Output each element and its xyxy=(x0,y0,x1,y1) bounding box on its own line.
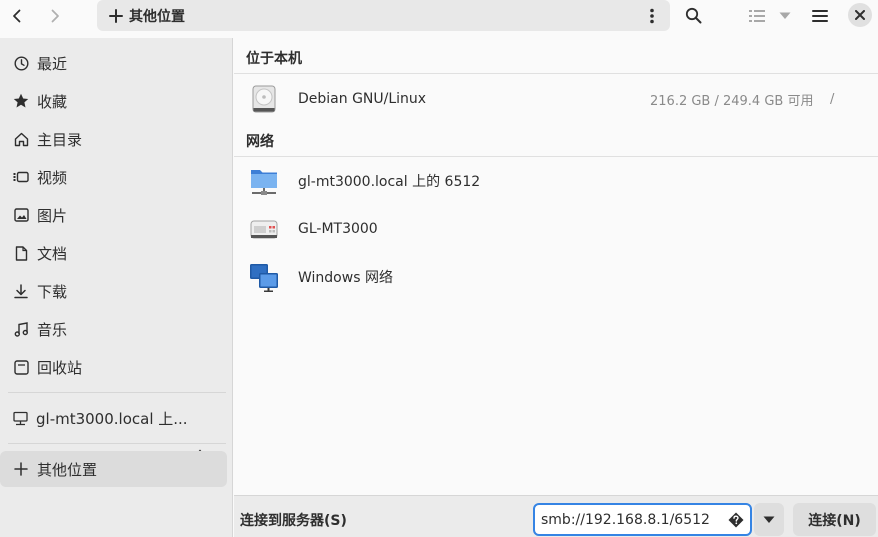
main-menu-button[interactable] xyxy=(804,0,836,31)
sidebar-separator xyxy=(8,392,226,393)
sidebar-item-pictures[interactable]: 图片 xyxy=(0,197,227,233)
sidebar-item-label: 回收站 xyxy=(37,358,83,377)
location-name: Windows 网络 xyxy=(298,270,393,286)
sidebar-item-label: 最近 xyxy=(37,54,68,73)
divider xyxy=(234,73,878,74)
divider xyxy=(234,156,878,157)
chevron-down-icon xyxy=(779,12,791,19)
sidebar-item-label: 音乐 xyxy=(37,320,68,339)
sidebar-item-label: 其他位置 xyxy=(37,460,98,479)
location-row-windows-network[interactable]: Windows 网络 xyxy=(234,254,878,300)
network-server-icon xyxy=(250,220,278,239)
search-icon xyxy=(685,7,701,24)
sidebar-item-network-mount[interactable]: gl-mt3000.local 上... xyxy=(0,400,188,436)
sidebar-item-label: gl-mt3000.local 上... xyxy=(36,409,188,428)
sidebar-item-videos[interactable]: 视频 xyxy=(0,159,227,195)
video-icon xyxy=(13,169,29,185)
network-workgroup-icon xyxy=(250,264,278,292)
sidebar-item-starred[interactable]: 收藏 xyxy=(0,83,227,119)
server-history-dropdown[interactable] xyxy=(754,503,784,536)
download-icon xyxy=(13,283,29,299)
home-icon xyxy=(13,131,29,147)
chevron-right-icon xyxy=(51,9,59,22)
section-header-network: 网络 xyxy=(246,134,274,150)
sidebar-item-label: 视频 xyxy=(37,168,68,187)
location-row-debian[interactable]: Debian GNU/Linux 216.2 GB / 249.4 GB 可用 … xyxy=(234,76,878,122)
disk-usage-text: 216.2 GB / 249.4 GB 可用 xyxy=(650,93,814,109)
forward-button[interactable] xyxy=(40,0,70,31)
kebab-menu-icon xyxy=(650,8,654,23)
sidebar-item-label: 收藏 xyxy=(37,92,68,111)
star-icon xyxy=(13,93,29,109)
sidebar-separator xyxy=(8,443,226,444)
close-icon xyxy=(855,10,865,20)
plus-icon xyxy=(13,461,29,477)
clock-icon xyxy=(13,55,29,71)
header-bar: 其他位置 xyxy=(0,0,878,31)
network-share-icon xyxy=(13,410,28,426)
sidebar-item-label: 图片 xyxy=(37,206,68,225)
sidebar-item-downloads[interactable]: 下载 xyxy=(0,273,227,309)
location-bar[interactable]: 其他位置 xyxy=(97,0,670,31)
connect-to-server-label: 连接到服务器(S) xyxy=(240,513,347,529)
sidebar-item-documents[interactable]: 文档 xyxy=(0,235,227,271)
location-menu-button[interactable] xyxy=(640,0,664,31)
sidebar-item-label: 文档 xyxy=(37,244,68,263)
folder-remote-icon xyxy=(251,170,277,195)
hamburger-menu-icon xyxy=(812,9,828,22)
mount-point-text: / xyxy=(830,91,835,107)
help-icon[interactable] xyxy=(728,512,744,528)
chevron-left-icon xyxy=(13,9,21,22)
location-name: gl-mt3000.local 上的 6512 xyxy=(298,174,481,190)
sidebar-item-recent[interactable]: 最近 xyxy=(0,45,227,81)
server-address-field[interactable] xyxy=(533,503,752,536)
location-name: GL-MT3000 xyxy=(298,221,378,237)
sidebar: 最近 收藏 主目录 视频 图片 文档 下载 音乐 回收站 gl-mt3000.l… xyxy=(0,38,233,537)
section-header-local: 位于本机 xyxy=(246,51,302,67)
back-button[interactable] xyxy=(2,0,32,31)
sidebar-item-label: 主目录 xyxy=(37,130,83,149)
view-list-button[interactable] xyxy=(744,0,770,31)
drive-harddisk-icon xyxy=(252,85,276,113)
places-view: 位于本机 Debian GNU/Linux 216.2 GB / 249.4 G… xyxy=(234,38,878,495)
sidebar-item-label: 下载 xyxy=(37,282,68,301)
trash-icon xyxy=(13,359,29,375)
plus-icon xyxy=(109,8,123,23)
music-icon xyxy=(13,321,29,337)
location-row-share[interactable]: gl-mt3000.local 上的 6512 xyxy=(234,158,878,204)
connect-bar: 连接到服务器(S) 连接(N) xyxy=(234,495,878,537)
search-button[interactable] xyxy=(678,0,708,31)
server-address-input[interactable] xyxy=(541,511,717,528)
image-icon xyxy=(13,207,29,223)
location-label: 其他位置 xyxy=(129,8,185,25)
document-icon xyxy=(13,245,29,261)
chevron-down-icon xyxy=(763,516,775,523)
view-options-button[interactable] xyxy=(772,0,798,31)
connect-button[interactable]: 连接(N) xyxy=(793,503,876,536)
location-row-server[interactable]: GL-MT3000 xyxy=(234,206,878,252)
list-view-icon xyxy=(749,9,765,22)
sidebar-item-trash[interactable]: 回收站 xyxy=(0,349,227,385)
sidebar-item-music[interactable]: 音乐 xyxy=(0,311,227,347)
close-button[interactable] xyxy=(848,3,872,27)
sidebar-item-other-locations[interactable]: 其他位置 xyxy=(0,451,227,487)
sidebar-item-home[interactable]: 主目录 xyxy=(0,121,227,157)
location-name: Debian GNU/Linux xyxy=(298,91,427,107)
